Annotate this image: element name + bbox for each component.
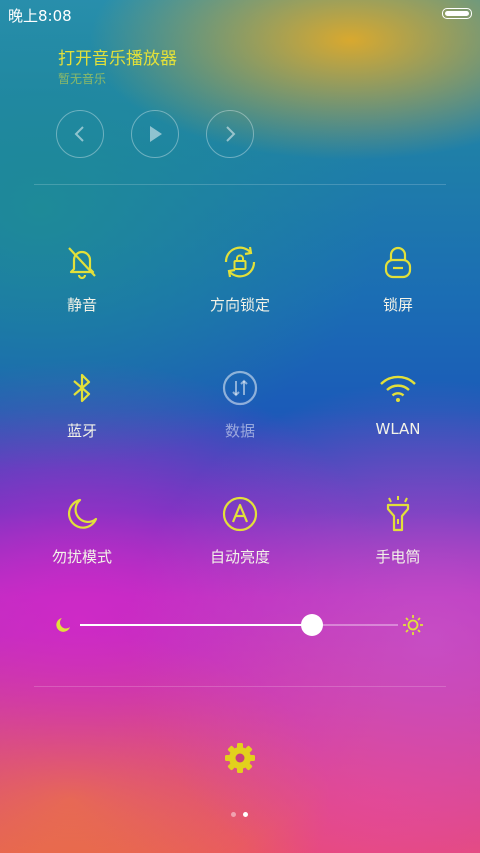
toggle-label: 手电筒 — [375, 548, 421, 566]
toggle-mute[interactable]: 静音 — [12, 242, 152, 332]
toggle-label: 自动亮度 — [209, 548, 270, 566]
data-icon — [222, 370, 258, 406]
toggle-label: 勿扰模式 — [51, 548, 112, 566]
toggle-label: 数据 — [224, 422, 255, 440]
toggle-label: 方向锁定 — [209, 296, 270, 314]
divider — [34, 686, 446, 687]
previous-button[interactable] — [56, 110, 104, 158]
toggle-do-not-disturb[interactable]: 勿扰模式 — [12, 494, 152, 584]
wifi-icon — [380, 375, 416, 402]
settings-button[interactable] — [222, 740, 258, 776]
page-indicator-dot — [231, 812, 236, 817]
toggle-lock-screen[interactable]: 锁屏 — [328, 242, 468, 332]
play-button[interactable] — [131, 110, 179, 158]
toggle-auto-brightness[interactable]: 自动亮度 — [170, 494, 310, 584]
toggle-bluetooth[interactable]: 蓝牙 — [12, 368, 152, 458]
bluetooth-icon — [73, 373, 91, 403]
toggle-label: 静音 — [66, 296, 97, 314]
moon-small-icon — [56, 618, 70, 632]
brightness-track[interactable] — [80, 614, 398, 636]
toggle-flashlight[interactable]: 手电筒 — [328, 494, 468, 584]
gear-icon — [225, 743, 255, 773]
moon-icon — [67, 498, 98, 529]
toggle-label: WLAN — [375, 420, 421, 438]
next-button[interactable] — [206, 110, 254, 158]
toggle-wlan[interactable]: WLAN — [328, 368, 468, 458]
status-time: 晚上8:08 — [8, 7, 72, 25]
auto-brightness-icon — [222, 496, 258, 532]
status-bar: 晚上8:08 — [0, 0, 480, 28]
rotation-lock-icon — [224, 246, 256, 278]
page-indicator-dot-active — [243, 812, 248, 817]
lock-icon — [384, 246, 412, 279]
flashlight-icon — [386, 496, 410, 532]
brightness-slider[interactable] — [52, 608, 432, 642]
divider — [34, 184, 446, 185]
music-player-title[interactable]: 打开音乐播放器 — [58, 44, 177, 69]
toggle-label: 锁屏 — [382, 296, 413, 314]
sun-icon — [403, 615, 423, 635]
brightness-thumb[interactable] — [301, 614, 324, 636]
music-status: 暂无音乐 — [58, 72, 107, 86]
toggle-label: 蓝牙 — [66, 422, 97, 440]
chevron-left-icon — [74, 126, 84, 142]
play-icon — [150, 126, 162, 142]
toggle-mobile-data[interactable]: 数据 — [170, 368, 310, 458]
chevron-right-icon — [226, 126, 236, 142]
battery-icon — [442, 8, 472, 19]
bell-off-icon — [68, 247, 96, 280]
toggle-rotation-lock[interactable]: 方向锁定 — [170, 242, 310, 332]
brightness-track-fill — [80, 624, 313, 626]
